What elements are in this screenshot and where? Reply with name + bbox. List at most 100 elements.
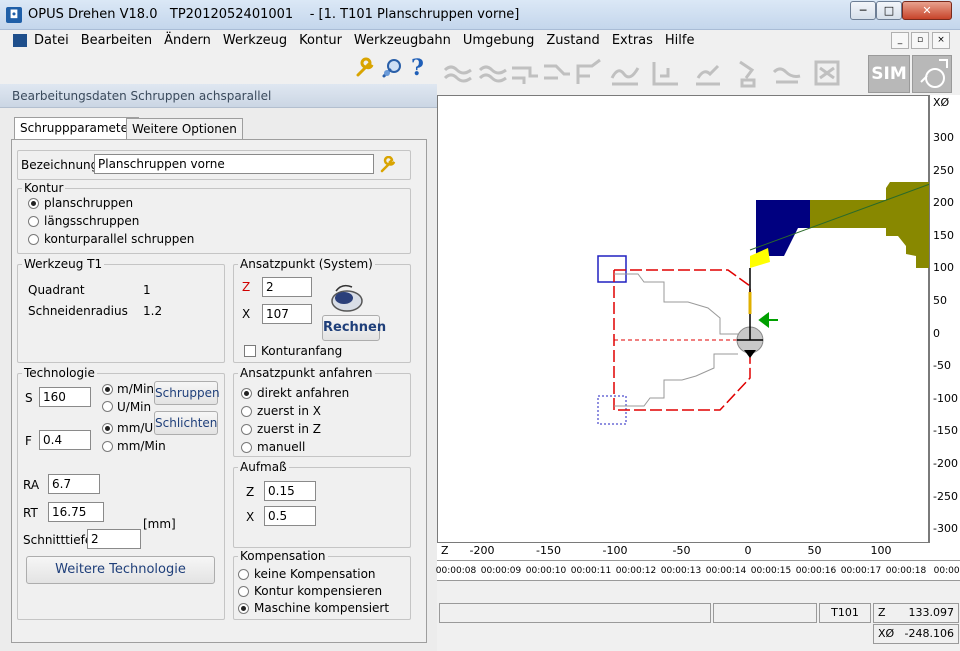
chuck-shape <box>756 200 810 256</box>
kontur-konturparallel-label: konturparallel schruppen <box>44 232 195 246</box>
x-tick: 100 <box>870 544 892 557</box>
ansatzpunkt-title: Ansatzpunkt (System) <box>238 257 375 271</box>
y-tick: 250 <box>933 163 954 177</box>
aufmass-x-label: X <box>246 510 255 524</box>
mouse-icon <box>331 284 363 312</box>
time-tick: 00:00:17 <box>840 566 882 576</box>
konturanfang-checkbox[interactable] <box>244 345 256 357</box>
ansatz-z-field[interactable]: 2 <box>262 277 312 297</box>
x-axis-label: Z <box>441 544 449 557</box>
close-button[interactable]: ✕ <box>902 1 952 20</box>
status-tool: T101 <box>819 603 871 623</box>
f-unit-mmu-radio[interactable] <box>102 423 113 434</box>
sim-button[interactable]: SIM <box>868 55 910 93</box>
menu-zustand[interactable]: Zustand <box>546 33 599 48</box>
kontur-laengsschruppen-radio[interactable] <box>28 216 39 227</box>
menu-werkzeugbahn[interactable]: Werkzeugbahn <box>354 33 451 48</box>
path-4-icon[interactable] <box>542 56 572 90</box>
section-header: Bearbeitungsdaten Schruppen achsparallel <box>0 84 437 108</box>
tool-search-icon[interactable] <box>381 57 403 79</box>
s-unit-mmin-radio[interactable] <box>102 384 113 395</box>
schnitttiefe-field[interactable]: 2 <box>87 529 141 549</box>
y-tick: -300 <box>933 522 958 536</box>
path-7-icon[interactable] <box>650 56 680 90</box>
schlichten-button[interactable]: Schlichten <box>154 411 218 435</box>
aufmass-x-field[interactable]: 0.5 <box>264 506 316 526</box>
ansatz-x-field[interactable]: 107 <box>262 304 312 324</box>
minimize-button[interactable]: ─ <box>850 1 876 20</box>
drawing-canvas[interactable] <box>437 95 930 543</box>
ra-field[interactable]: 6.7 <box>48 474 100 494</box>
time-tick: 00:00:12 <box>615 566 657 576</box>
quadrant-label: Quadrant <box>28 283 85 297</box>
status-z-label: Z <box>878 606 886 619</box>
kontur-title: Kontur <box>22 181 66 195</box>
y-tick: -150 <box>933 424 958 438</box>
menu-bearbeiten[interactable]: Bearbeiten <box>81 33 152 48</box>
kontur-konturparallel-radio[interactable] <box>28 234 39 245</box>
anfahren-direkt-radio[interactable] <box>241 388 252 399</box>
path-9-icon[interactable] <box>732 56 762 90</box>
path-8-icon[interactable] <box>692 56 722 90</box>
rt-field[interactable]: 16.75 <box>48 502 104 522</box>
y-tick: 50 <box>933 294 947 307</box>
menu-kontur[interactable]: Kontur <box>299 33 342 48</box>
kontur-planschruppen-radio[interactable] <box>28 198 39 209</box>
konturanfang-label: Konturanfang <box>261 344 343 358</box>
kompensation-maschine-radio[interactable] <box>238 603 249 614</box>
anfahren-manuell-radio[interactable] <box>241 442 252 453</box>
path-2-icon[interactable] <box>478 56 508 90</box>
tab-schruppparameter[interactable]: Schruppparameter <box>14 117 139 140</box>
schruppen-button[interactable]: Schruppen <box>154 381 220 405</box>
s-field[interactable]: 160 <box>39 387 91 407</box>
menu-datei[interactable]: Datei <box>34 33 69 48</box>
x-tick: -100 <box>602 544 628 557</box>
mdi-restore-button[interactable]: ▫ <box>911 32 929 49</box>
menu-umgebung[interactable]: Umgebung <box>463 33 534 48</box>
anfahren-zuerst-z-radio[interactable] <box>241 424 252 435</box>
time-tick: 00:00:11 <box>570 566 612 576</box>
status-x: XØ -248.106 <box>873 624 959 644</box>
weitere-technologie-button[interactable]: Weitere Technologie <box>26 556 215 584</box>
y-axis-label: XØ <box>933 96 950 109</box>
rt-label: RT <box>23 506 38 520</box>
y-tick: -50 <box>933 359 951 373</box>
bezeichnung-field[interactable]: Planschruppen vorne <box>94 154 374 174</box>
y-tick: 0 <box>933 326 940 340</box>
menu-werkzeug[interactable]: Werkzeug <box>223 33 287 48</box>
aufmass-group <box>233 467 411 548</box>
path-1-icon[interactable] <box>443 56 473 90</box>
kompensation-keine-radio[interactable] <box>238 569 249 580</box>
path-11-icon[interactable] <box>812 56 842 90</box>
s-unit-umin-radio[interactable] <box>102 401 113 412</box>
aufmass-z-field[interactable]: 0.15 <box>264 481 316 501</box>
kompensation-title: Kompensation <box>238 549 328 563</box>
kompensation-kontur-radio[interactable] <box>238 586 249 597</box>
menu-extras[interactable]: Extras <box>612 33 653 48</box>
mdi-minimize-button[interactable]: _ <box>891 32 909 49</box>
path-5-icon[interactable] <box>574 56 604 90</box>
s-unit-mmin-label: m/Min <box>117 382 155 396</box>
maximize-button[interactable]: □ <box>876 1 902 20</box>
origin-arrow <box>744 350 756 358</box>
tab-weitere-optionen[interactable]: Weitere Optionen <box>126 118 243 139</box>
app-icon: ◘ <box>6 7 22 23</box>
title-bar: ◘ OPUS Drehen V18.0 TP2012052401001 - [1… <box>0 0 960 30</box>
bezeichnung-wrench-icon[interactable] <box>379 156 397 174</box>
mdi-close-button[interactable]: × <box>932 32 950 49</box>
time-tick: 00:00:1 <box>933 566 960 576</box>
f-field[interactable]: 0.4 <box>39 430 91 450</box>
f-unit-mmmin-radio[interactable] <box>102 441 113 452</box>
help-icon[interactable]: ? <box>411 57 433 79</box>
anfahren-zuerst-x-radio[interactable] <box>241 406 252 417</box>
menu-hilfe[interactable]: Hilfe <box>665 33 695 48</box>
anfahren-direkt-label: direkt anfahren <box>257 386 350 400</box>
path-3-icon[interactable] <box>510 56 540 90</box>
menu-aendern[interactable]: Ändern <box>164 33 211 48</box>
rechnen-button[interactable]: Rechnen <box>322 315 386 341</box>
wrench-icon[interactable] <box>354 57 376 79</box>
x-tick: 0 <box>744 544 752 557</box>
path-6-icon[interactable] <box>610 56 640 90</box>
path-10-icon[interactable] <box>772 56 802 90</box>
view-button[interactable] <box>912 55 952 93</box>
